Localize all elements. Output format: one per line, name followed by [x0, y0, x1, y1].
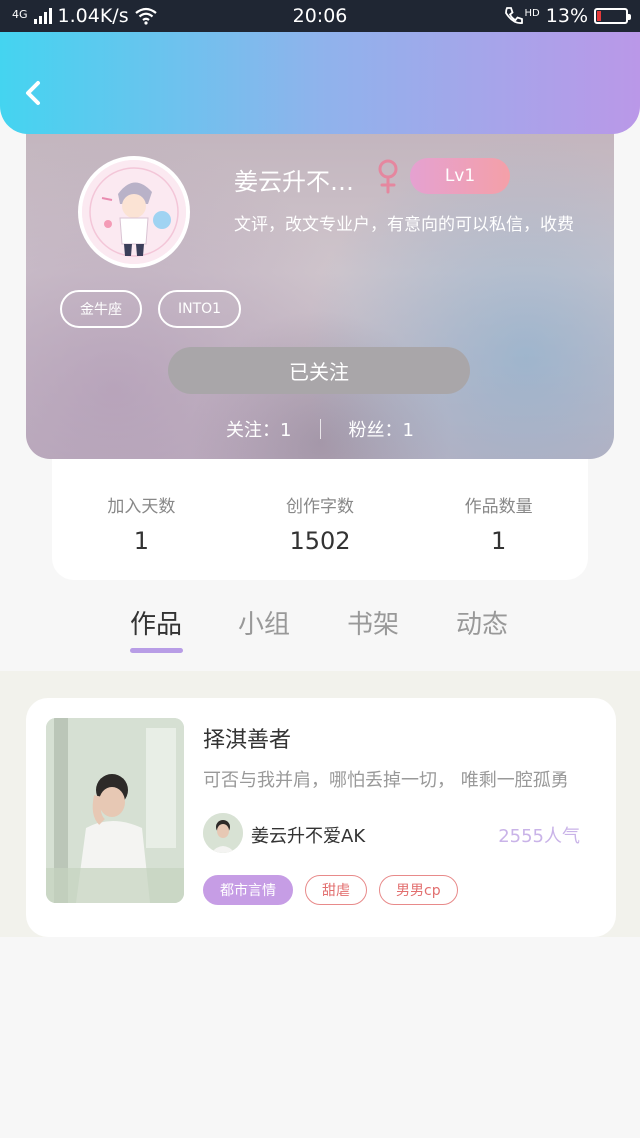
tag-zodiac[interactable]: 金牛座 [60, 290, 142, 328]
battery-percent: 13% [545, 5, 588, 27]
work-card[interactable]: 择淇善者 可否与我并肩，哪怕丢掉一切， 唯剩一腔孤勇 姜云升不爱AK 2555人… [26, 698, 616, 937]
work-tags: 都市言情 甜虐 男男cp [203, 875, 458, 905]
follow-divider [319, 419, 321, 439]
stat-label: 加入天数 [107, 497, 176, 517]
battery-icon [594, 8, 631, 24]
hd-label: HD [524, 8, 540, 19]
status-right: HD 13% [503, 5, 631, 27]
author-name[interactable]: 姜云升不爱AK [251, 822, 365, 848]
tab-activity[interactable]: 动态 [456, 604, 508, 641]
stats-card: 加入天数 1 创作字数 1502 作品数量 1 [52, 458, 588, 580]
phone-icon [504, 7, 523, 24]
stat-value: 1 [133, 527, 149, 555]
chevron-left-icon [26, 81, 40, 105]
content-tabs: 作品 小组 书架 动态 [0, 598, 640, 658]
work-title[interactable]: 择淇善者 [203, 722, 291, 754]
stat-value: 1 [491, 527, 507, 555]
tab-groups[interactable]: 小组 [238, 604, 290, 641]
signal-icon [33, 8, 52, 24]
username: 姜云升不爱AK [234, 168, 364, 196]
author-avatar-image [203, 813, 243, 853]
tag-interest[interactable]: INTO1 [158, 290, 242, 328]
header-bar [0, 32, 640, 134]
network-speed: 1.04K/s [57, 5, 129, 27]
avatar[interactable] [78, 156, 190, 268]
cover-photo [46, 718, 184, 903]
avatar-illustration [82, 160, 186, 264]
status-bar: 4G 1.04K/s 20:06 HD 13% [0, 0, 640, 32]
popularity-count: 2555人气 [498, 826, 580, 847]
works-list: 择淇善者 可否与我并肩，哪怕丢掉一切， 唯剩一腔孤勇 姜云升不爱AK 2555人… [0, 671, 640, 937]
follow-button[interactable]: 已关注 [168, 347, 470, 394]
follow-stats: 关注：1 粉丝：1 [26, 416, 614, 442]
stat-value: 1502 [289, 527, 351, 555]
stat-join-days: 加入天数 1 [52, 458, 231, 580]
work-description: 可否与我并肩，哪怕丢掉一切， 唯剩一腔孤勇 [203, 770, 569, 791]
work-tag[interactable]: 男男cp [379, 875, 458, 905]
level-badge: Lv1 [410, 158, 510, 194]
work-tag[interactable]: 甜虐 [305, 875, 367, 905]
tab-works[interactable]: 作品 [130, 604, 182, 641]
profile-card: 姜云升不爱AK Lv1 文评，改文专业户，有意向的可以私信，收费 金牛座 INT… [26, 120, 614, 459]
status-left: 4G 1.04K/s [12, 5, 157, 27]
tab-bookshelf[interactable]: 书架 [347, 604, 399, 641]
back-button[interactable] [18, 78, 48, 108]
female-icon [378, 159, 398, 194]
stat-word-count: 创作字数 1502 [231, 458, 410, 580]
battery-fill [597, 11, 601, 21]
profile-tags: 金牛座 INTO1 [60, 290, 242, 328]
active-tab-indicator [130, 648, 183, 653]
followers-count[interactable]: 粉丝：1 [349, 416, 414, 442]
stat-works-count: 作品数量 1 [409, 458, 588, 580]
author-avatar[interactable] [203, 813, 243, 853]
stat-label: 作品数量 [464, 497, 533, 517]
wifi-icon [134, 7, 157, 25]
following-count[interactable]: 关注：1 [226, 416, 291, 442]
work-tag-genre[interactable]: 都市言情 [203, 875, 293, 905]
book-cover[interactable] [46, 718, 184, 903]
profile-bio: 文评，改文专业户，有意向的可以私信，收费 [234, 215, 574, 235]
stat-label: 创作字数 [286, 497, 354, 517]
network-type: 4G [12, 8, 28, 21]
